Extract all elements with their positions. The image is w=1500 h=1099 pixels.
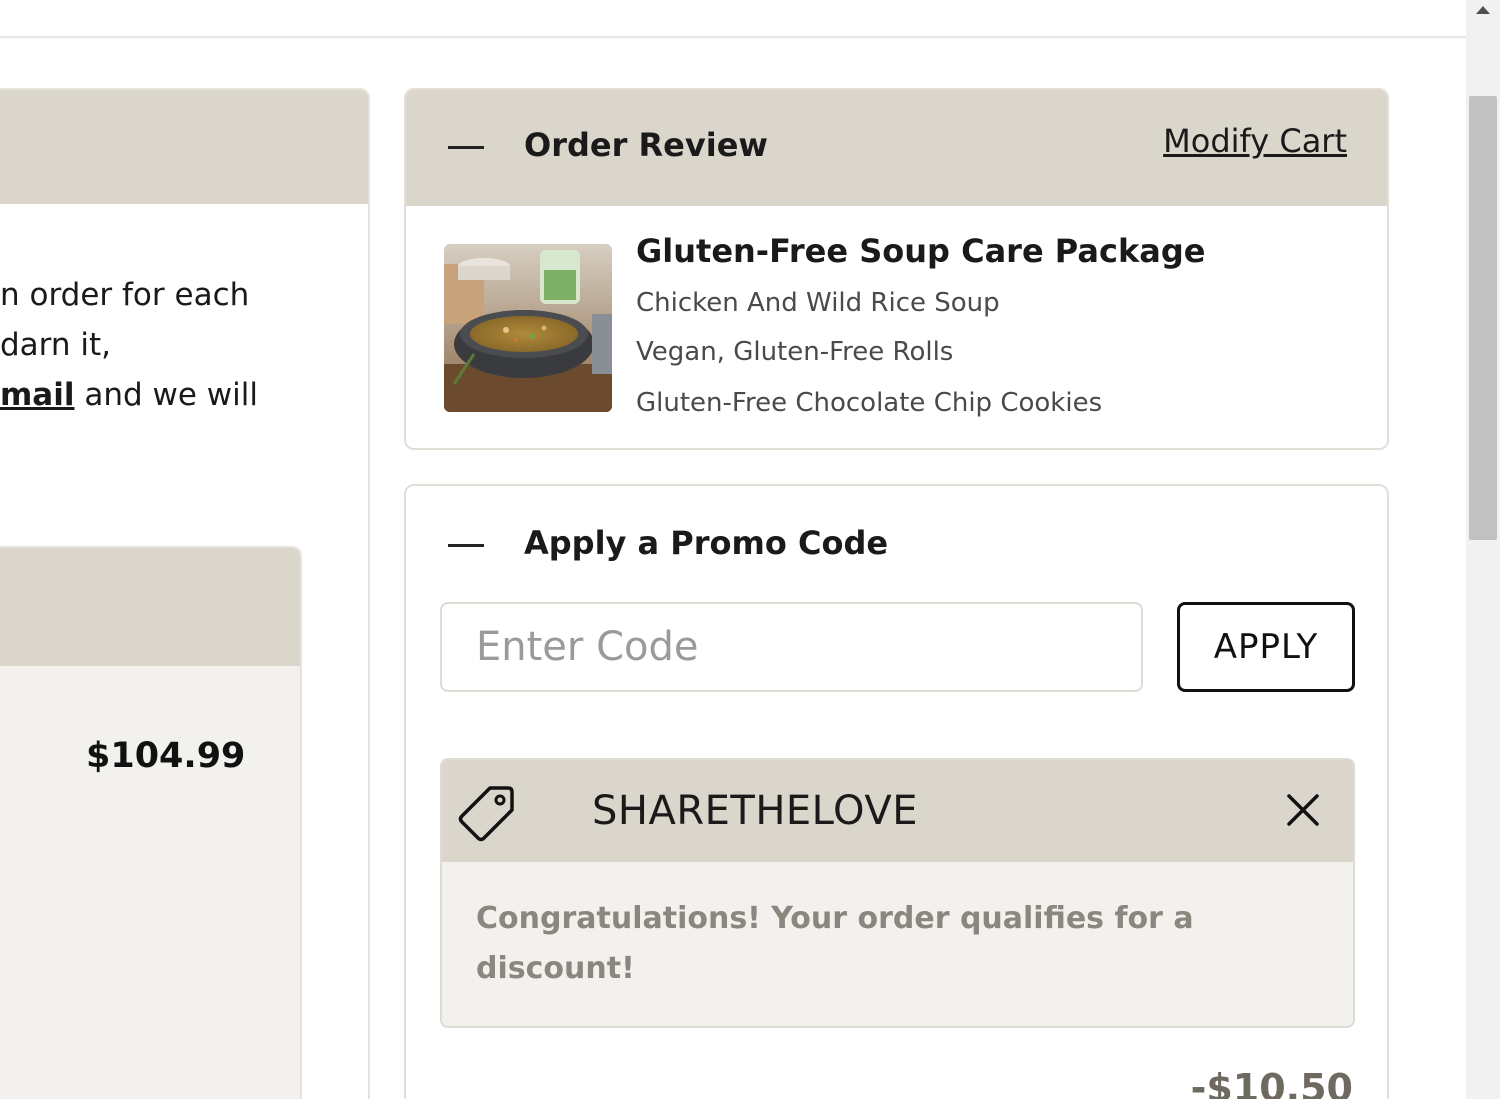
promo-code-input[interactable] <box>440 602 1143 692</box>
left-summary-card <box>0 546 302 1099</box>
product-item: Gluten-Free Chocolate Chip Cookies <box>636 388 1103 418</box>
left-info-line-3: mail and we will <box>0 370 340 420</box>
close-icon[interactable] <box>1283 790 1323 830</box>
product-item: Vegan, Gluten-Free Rolls <box>636 337 954 367</box>
applied-code-name: SHARETHELOVE <box>592 788 918 834</box>
left-info-line-1: n order for each <box>0 277 250 313</box>
product-name: Gluten-Free Soup Care Package <box>636 232 1206 270</box>
scrollbar[interactable] <box>1466 0 1500 1099</box>
subtotal-price: $104.99 <box>86 736 246 776</box>
applied-promo-panel: SHARETHELOVE Congratulations! Your order… <box>440 758 1355 1028</box>
modify-cart-link[interactable]: Modify Cart <box>1163 122 1347 160</box>
minus-icon[interactable] <box>448 146 484 149</box>
product-item: Chicken And Wild Rice Soup <box>636 288 1000 318</box>
applied-promo-header: SHARETHELOVE <box>442 760 1353 862</box>
minus-icon[interactable] <box>448 544 484 547</box>
left-info-text: n order for each darn it, mail and we wi… <box>0 270 340 420</box>
promo-code-card: Apply a Promo Code APPLY SHARETHELOVE Co… <box>404 484 1389 1099</box>
left-info-card-header <box>0 90 368 204</box>
price-tag-icon <box>458 786 514 842</box>
scroll-up-arrow-icon[interactable] <box>1476 6 1490 14</box>
order-review-title: Order Review <box>524 126 768 164</box>
left-info-line-3-rest: and we will <box>74 377 258 413</box>
apply-button[interactable]: APPLY <box>1177 602 1355 692</box>
left-summary-card-header <box>0 548 300 666</box>
top-bar <box>0 0 1466 38</box>
promo-code-title: Apply a Promo Code <box>524 524 889 562</box>
email-link[interactable]: mail <box>0 377 74 413</box>
product-image <box>444 244 612 412</box>
order-review-header[interactable]: Order Review Modify Cart <box>406 90 1387 206</box>
discount-message: Congratulations! Your order qualifies fo… <box>476 901 1194 986</box>
order-review-card: Order Review Modify Cart Gluten-Free Sou… <box>404 88 1389 450</box>
scrollbar-thumb[interactable] <box>1469 96 1497 540</box>
discount-amount: -$10.50 <box>1190 1066 1353 1099</box>
left-info-line-2: darn it, <box>0 327 111 363</box>
